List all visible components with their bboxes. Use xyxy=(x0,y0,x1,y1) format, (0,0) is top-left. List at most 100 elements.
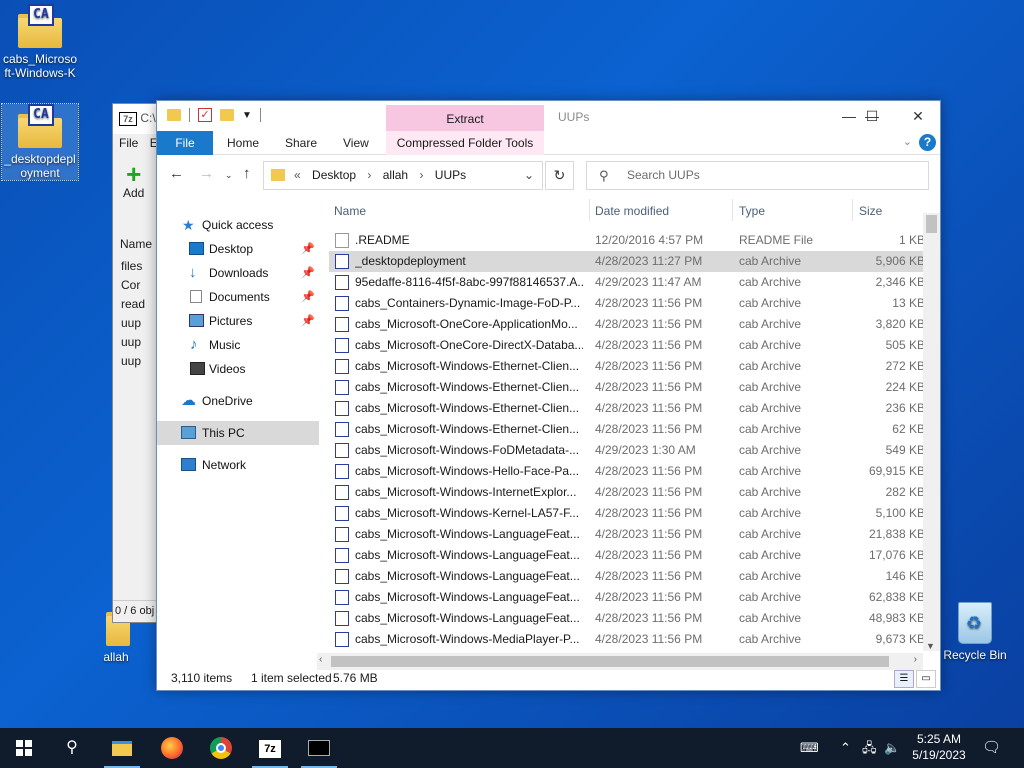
properties-icon[interactable]: ✓ xyxy=(198,108,212,122)
table-row[interactable]: cabs_Microsoft-Windows-LanguageFeat... 4/… xyxy=(329,608,929,629)
cab-archive-icon xyxy=(335,527,349,542)
up-arrow-icon[interactable]: ↑ xyxy=(243,165,251,182)
table-row[interactable]: cabs_Microsoft-OneCore-DirectX-Databa...… xyxy=(329,335,929,356)
details-view-icon[interactable]: ☰ xyxy=(894,670,914,688)
explorer-window[interactable]: ✓ ▼ Extract UUPs — — ☐ ✕ File Home Share… xyxy=(156,100,941,691)
refresh-button[interactable]: ↻ xyxy=(545,161,574,190)
table-row[interactable]: cabs_Microsoft-Windows-Ethernet-Clien...… xyxy=(329,398,929,419)
table-row[interactable]: cabs_Microsoft-Windows-LanguageFeat... 4/… xyxy=(329,524,929,545)
table-row[interactable]: 95edaffe-8116-4f5f-8abc-997f88146537.A..… xyxy=(329,272,929,293)
nav-downloads[interactable]: ↓ Downloads 📌 xyxy=(157,261,319,285)
chevron-down-icon[interactable]: ⌄ xyxy=(524,162,534,189)
breadcrumb-uups[interactable]: UUPs xyxy=(435,168,466,182)
selection-count: 1 item selected xyxy=(251,671,332,685)
tab-view[interactable]: View xyxy=(343,131,369,155)
address-bar[interactable]: « Desktop › allah › UUPs ⌄ xyxy=(263,161,543,190)
show-hidden-icons[interactable]: ⌃ xyxy=(840,728,851,768)
desktop-icon-recycle-bin[interactable]: Recycle Bin xyxy=(943,602,1007,662)
scroll-down-icon[interactable]: ▼ xyxy=(926,641,935,651)
file-date: 4/28/2023 11:56 PM xyxy=(595,569,703,583)
tab-share[interactable]: Share xyxy=(285,131,317,155)
chevron-right-icon[interactable]: › xyxy=(419,168,423,182)
nav-documents[interactable]: Documents 📌 xyxy=(157,285,319,309)
vertical-scrollbar[interactable]: ▼ xyxy=(923,213,940,651)
table-row[interactable]: cabs_Microsoft-Windows-Ethernet-Clien...… xyxy=(329,377,929,398)
table-row[interactable]: cabs_Microsoft-Windows-LanguageFeat... 4/… xyxy=(329,587,929,608)
nav-this-pc[interactable]: This PC xyxy=(157,421,319,445)
chevron-right-icon[interactable]: › xyxy=(367,168,371,182)
table-row[interactable]: cabs_Microsoft-Windows-LanguageFeat... 4/… xyxy=(329,545,929,566)
col-type[interactable]: Type xyxy=(739,204,765,218)
scroll-right-icon[interactable]: › xyxy=(914,654,917,665)
nav-videos[interactable]: Videos xyxy=(157,357,319,381)
clock[interactable]: 5:25 AM 5/19/2023 xyxy=(908,731,970,763)
start-button[interactable] xyxy=(0,728,48,768)
scroll-thumb[interactable] xyxy=(926,215,937,233)
tab-file[interactable]: File xyxy=(157,131,213,155)
nav-desktop[interactable]: Desktop 📌 xyxy=(157,237,319,261)
sevenzip-menu-file[interactable]: File xyxy=(119,136,138,150)
file-name: 95edaffe-8116-4f5f-8abc-997f88146537.A..… xyxy=(355,275,583,289)
taskbar-firefox[interactable] xyxy=(148,728,196,768)
file-name: _desktopdeployment xyxy=(355,254,466,268)
nav-pictures[interactable]: Pictures 📌 xyxy=(157,309,319,333)
nav-quick-access[interactable]: ★ Quick access xyxy=(157,213,319,237)
nav-music[interactable]: ♪ Music xyxy=(157,333,319,357)
cab-archive-icon xyxy=(335,611,349,626)
expand-ribbon-icon[interactable]: ⌄ xyxy=(903,135,912,148)
table-row[interactable]: cabs_Microsoft-Windows-Hello-Face-Pa... 4… xyxy=(329,461,929,482)
search-input[interactable]: ⚲ Search UUPs xyxy=(586,161,929,190)
taskbar-chrome[interactable] xyxy=(197,728,245,768)
breadcrumb-allah[interactable]: allah xyxy=(383,168,408,182)
customize-qat-icon[interactable]: ▼ xyxy=(242,110,252,121)
col-name[interactable]: Name xyxy=(334,204,366,218)
desktop-icon-label: cabs_Microso ft-Windows-K ...LA57-F xyxy=(2,52,78,80)
keyboard-icon[interactable]: ⌨ xyxy=(800,728,819,768)
cab-archive-icon xyxy=(335,401,349,416)
large-icons-view-icon[interactable]: ▭ xyxy=(916,670,936,688)
volume-muted-icon[interactable]: 🔈 xyxy=(884,728,900,768)
forward-arrow-icon[interactable]: → xyxy=(199,165,214,182)
table-row[interactable]: _desktopdeployment 4/28/2023 11:27 PM cab … xyxy=(329,251,929,272)
breadcrumb-desktop[interactable]: Desktop xyxy=(312,168,356,182)
table-row[interactable]: cabs_Microsoft-Windows-MediaPlayer-P... 4… xyxy=(329,629,929,650)
desktop-icon-cabs[interactable]: CA cabs_Microso ft-Windows-K ...LA57-F xyxy=(2,4,78,80)
recent-locations-icon[interactable]: ⌄ xyxy=(225,170,233,181)
tab-home[interactable]: Home xyxy=(227,131,259,155)
nav-network[interactable]: Network xyxy=(157,453,319,477)
sevenzip-col-name[interactable]: Name xyxy=(120,237,152,251)
help-icon[interactable]: ? xyxy=(919,134,936,151)
address-overflow[interactable]: « xyxy=(294,168,301,182)
explorer-titlebar[interactable]: ✓ ▼ Extract UUPs — xyxy=(157,101,940,131)
table-row[interactable]: cabs_Microsoft-Windows-Kernel-LA57-F... 4… xyxy=(329,503,929,524)
back-arrow-icon[interactable]: ← xyxy=(169,165,184,182)
close-button[interactable]: ✕ xyxy=(895,101,941,131)
extract-context-tab[interactable]: Extract xyxy=(386,105,544,131)
sevenzip-add-button[interactable]: + Add xyxy=(123,161,144,200)
maximize-square-icon[interactable]: ☐ xyxy=(849,101,895,131)
scroll-thumb[interactable] xyxy=(331,656,889,667)
terminal-icon xyxy=(308,740,330,756)
desktop-icon-desktopdeployment[interactable]: CA _desktopdepl oyment xyxy=(1,103,79,181)
taskbar-file-explorer[interactable] xyxy=(98,728,146,768)
table-row[interactable]: .README 12/20/2016 4:57 PM README File 1 KB xyxy=(329,230,929,251)
search-icon[interactable]: ⚲ xyxy=(48,728,96,768)
network-status-icon[interactable]: 🖧 xyxy=(862,728,877,768)
col-date-modified[interactable]: Date modified xyxy=(595,204,669,218)
taskbar-7zip[interactable]: 7z xyxy=(246,728,294,768)
table-row[interactable]: cabs_Microsoft-Windows-Ethernet-Clien...… xyxy=(329,356,929,377)
notifications-icon[interactable]: 🗨 xyxy=(982,728,1001,768)
table-row[interactable]: cabs_Microsoft-Windows-LanguageFeat... 4/… xyxy=(329,566,929,587)
table-row[interactable]: cabs_Containers-Dynamic-Image-FoD-P... 4/… xyxy=(329,293,929,314)
table-row[interactable]: cabs_Microsoft-OneCore-ApplicationMo... 4… xyxy=(329,314,929,335)
tab-compressed-folder-tools[interactable]: Compressed Folder Tools xyxy=(386,131,544,155)
col-size[interactable]: Size xyxy=(859,204,882,218)
new-folder-icon[interactable] xyxy=(220,109,234,121)
nav-onedrive[interactable]: ☁ OneDrive xyxy=(157,389,319,413)
table-row[interactable]: cabs_Microsoft-Windows-FoDMetadata-... 4/… xyxy=(329,440,929,461)
table-row[interactable]: cabs_Microsoft-Windows-Ethernet-Clien...… xyxy=(329,419,929,440)
file-type: cab Archive xyxy=(739,401,802,415)
scroll-left-icon[interactable]: ‹ xyxy=(319,654,322,665)
taskbar-terminal[interactable] xyxy=(295,728,343,768)
table-row[interactable]: cabs_Microsoft-Windows-InternetExplor...… xyxy=(329,482,929,503)
